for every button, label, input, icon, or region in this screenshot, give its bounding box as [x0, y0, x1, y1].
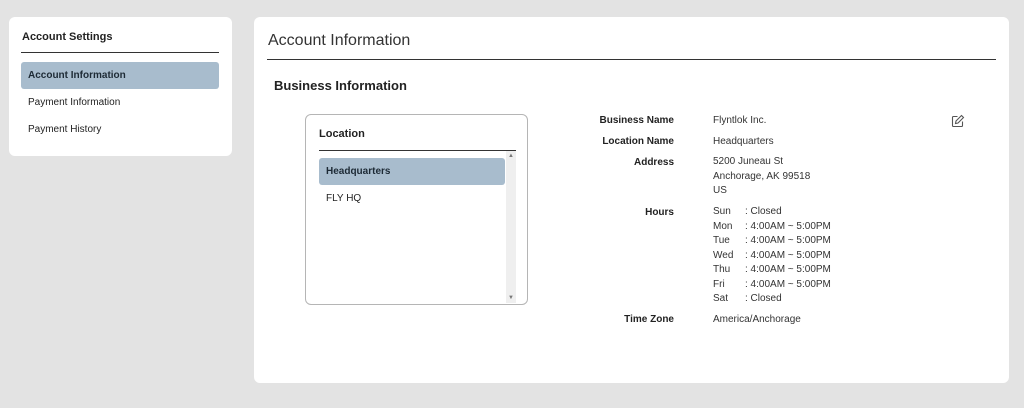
- scroll-down-icon[interactable]: ▼: [506, 294, 516, 302]
- hours-time: : Closed: [745, 206, 782, 217]
- hours-row: Sun : Closed: [713, 205, 831, 220]
- hours-time: : 4:00AM ~ 5:00PM: [745, 235, 831, 246]
- hours-row: Thu : 4:00AM ~ 5:00PM: [713, 263, 831, 278]
- hours-time: : Closed: [745, 293, 782, 304]
- location-title: Location: [319, 128, 365, 140]
- location-scrollbar[interactable]: ▲ ▼: [506, 151, 516, 303]
- hours-row: Mon : 4:00AM ~ 5:00PM: [713, 220, 831, 235]
- address-label: Address: [633, 157, 674, 168]
- address-line: Anchorage, AK 99518: [713, 170, 811, 182]
- hours-row: Wed : 4:00AM ~ 5:00PM: [713, 249, 831, 264]
- sidebar-item-payment-history[interactable]: Payment History: [21, 116, 219, 143]
- hours-day: Mon: [713, 220, 733, 232]
- edit-icon[interactable]: [951, 114, 965, 128]
- address-line: US: [713, 185, 727, 196]
- main-panel: Account Information Business Information…: [254, 17, 1009, 383]
- hours-day: Sun: [713, 206, 731, 217]
- hours-row: Fri : 4:00AM ~ 5:00PM: [713, 278, 831, 293]
- section-title: Business Information: [274, 78, 407, 93]
- divider: [21, 52, 219, 53]
- address-line: 5200 Juneau St: [713, 156, 784, 167]
- hours-list: Sun : Closed Mon : 4:00AM ~ 5:00PM Tue : 4:…: [713, 205, 831, 307]
- sidebar-item-account-information[interactable]: Account Information: [21, 62, 219, 89]
- business-name-label: Business Name: [599, 115, 674, 126]
- location-item-headquarters[interactable]: Headquarters: [319, 158, 505, 185]
- sidebar: Account Settings Account Information Pay…: [9, 17, 232, 156]
- scroll-up-icon[interactable]: ▲: [506, 152, 516, 160]
- location-name-label: Location Name: [602, 136, 674, 147]
- address-value: 5200 Juneau St Anchorage, AK 99518 US: [713, 155, 810, 199]
- sidebar-item-payment-information[interactable]: Payment Information: [21, 89, 219, 116]
- hours-row: Tue : 4:00AM ~ 5:00PM: [713, 234, 831, 249]
- hours-day: Thu: [713, 264, 731, 275]
- hours-day: Wed: [713, 249, 734, 261]
- business-name-value: Flyntlok Inc.: [713, 115, 767, 126]
- location-panel: Location Headquarters FLY HQ ▲ ▼: [305, 114, 528, 305]
- hours-day: Fri: [713, 278, 725, 290]
- location-list: Headquarters FLY HQ ▲ ▼: [319, 151, 516, 303]
- divider: [267, 59, 996, 60]
- hours-row: Sat : Closed: [713, 292, 831, 307]
- hours-time: : 4:00AM ~ 5:00PM: [745, 249, 831, 261]
- time-zone-value: America/Anchorage: [713, 314, 801, 325]
- time-zone-label: Time Zone: [624, 314, 674, 325]
- location-item-fly-hq[interactable]: FLY HQ: [319, 185, 505, 212]
- hours-label: Hours: [645, 207, 674, 218]
- hours-time: : 4:00AM ~ 5:00PM: [745, 278, 831, 290]
- hours-day: Sat: [713, 293, 729, 304]
- hours-day: Tue: [713, 235, 730, 246]
- hours-time: : 4:00AM ~ 5:00PM: [745, 264, 831, 275]
- location-name-value: Headquarters: [713, 136, 774, 147]
- hours-time: : 4:00AM ~ 5:00PM: [745, 220, 831, 232]
- page-title: Account Information: [268, 32, 411, 49]
- sidebar-title: Account Settings: [22, 31, 113, 43]
